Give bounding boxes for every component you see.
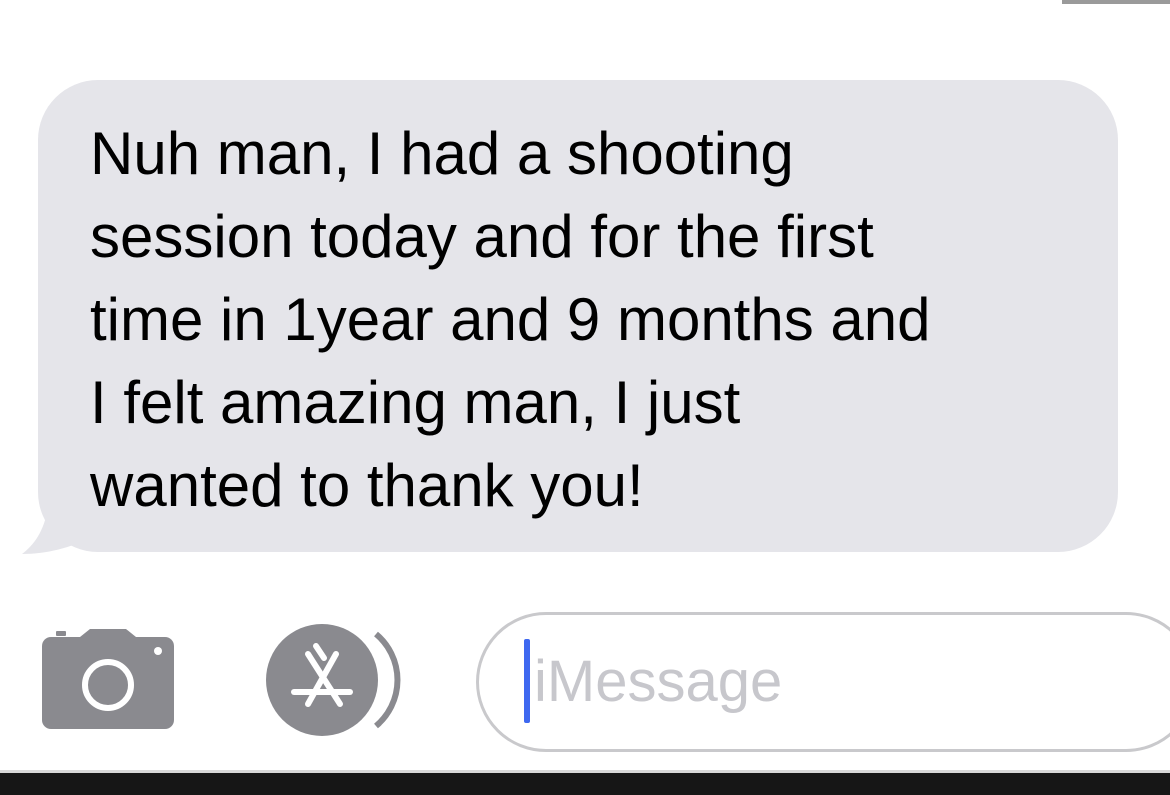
- message-text: Nuh man, I had a shooting session today …: [90, 120, 931, 519]
- app-store-icon: [266, 624, 401, 736]
- message-input-field[interactable]: iMessage: [476, 612, 1170, 752]
- text-caret: [524, 639, 530, 723]
- bottom-bar: [0, 773, 1170, 795]
- received-message-bubble: Nuh man, I had a shooting session today …: [38, 80, 1118, 552]
- camera-icon: [42, 629, 174, 729]
- app-store-button[interactable]: [258, 622, 406, 738]
- message-placeholder: iMessage: [534, 649, 783, 714]
- top-divider: [1062, 0, 1170, 4]
- camera-button[interactable]: [42, 627, 174, 731]
